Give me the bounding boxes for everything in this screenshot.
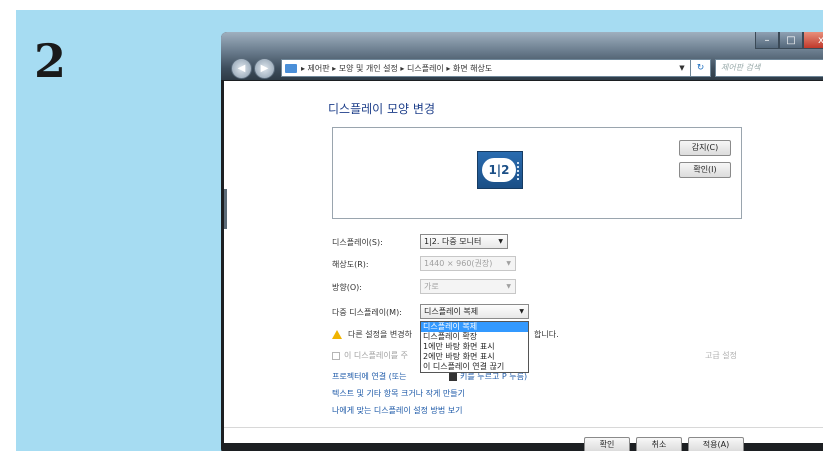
address-bar[interactable]: ▸ 제어판 ▸ 모양 및 개인 설정 ▸ 디스플레이 ▸ 화면 해상도 ▼ [281, 59, 691, 77]
projector-link[interactable]: 프로젝터에 연결 (또는 [332, 371, 406, 382]
breadcrumb: ▸ 제어판 ▸ 모양 및 개인 설정 ▸ 디스플레이 ▸ 화면 해상도 [301, 63, 493, 73]
monitor-icon[interactable]: 1|2 [477, 151, 523, 189]
window-edge [224, 189, 227, 229]
back-arrow-icon: ◀ [237, 62, 246, 74]
chevron-down-icon: ▼ [498, 238, 503, 245]
chevron-down-icon: ▼ [519, 308, 524, 315]
advanced-settings-link[interactable]: 고급 설정 [705, 350, 737, 361]
control-panel-icon [285, 63, 297, 73]
close-button[interactable]: x [803, 32, 823, 49]
content-area: 디스플레이 모양 변경 1|2 감지(C) 확인(I) 디스플레이(S): 1|… [224, 81, 823, 451]
resolution-select[interactable]: 1440 × 960(권장) ▼ [420, 256, 516, 271]
orientation-select[interactable]: 가로 ▼ [420, 279, 516, 294]
forward-button[interactable]: ▶ [254, 57, 275, 79]
footer-divider [224, 427, 823, 428]
step-number: 2 [34, 34, 67, 88]
monitor-label: 1|2 [482, 158, 516, 182]
screen-resolution-window: – □ x ◀ ▶ ▸ 제어판 ▸ 모양 및 개인 설정 ▸ 디스플레이 ▸ 화… [221, 32, 823, 451]
dropdown-option[interactable]: 디스플레이 복제 [421, 322, 528, 332]
main-display-checkbox-label: 이 디스플레이를 주 [344, 351, 408, 360]
ok-button[interactable]: 확인 [584, 437, 630, 451]
identify-button[interactable]: 확인(I) [679, 162, 731, 178]
monitor-dots [517, 162, 520, 180]
windows-key-icon [449, 372, 457, 381]
warning-text-tail: 합니다. [534, 330, 559, 339]
window-controls: – □ x [755, 32, 823, 49]
back-button[interactable]: ◀ [231, 57, 252, 79]
resolution-value: 1440 × 960(권장) [424, 259, 493, 268]
display-help-link[interactable]: 나에게 맞는 디스플레이 설정 방법 보기 [332, 405, 462, 416]
warning-message: 다른 설정을 변경하 [332, 329, 412, 340]
dropdown-option[interactable]: 2에만 바탕 화면 표시 [421, 352, 528, 362]
multi-display-label: 다중 디스플레이(M): [332, 308, 402, 317]
warning-text: 다른 설정을 변경하 [348, 330, 412, 339]
multi-display-value: 디스플레이 복제 [424, 307, 479, 316]
display-value: 1|2. 다중 모니터 [424, 237, 482, 246]
resolution-label: 해상도(R): [332, 260, 369, 269]
dropdown-option[interactable]: 이 디스플레이 연결 끊기 [421, 362, 528, 372]
main-display-checkbox-row[interactable]: 이 디스플레이를 주 [332, 350, 408, 361]
text-size-link[interactable]: 텍스트 및 기타 항목 크거나 작게 만들기 [332, 388, 465, 399]
warning-icon [332, 330, 342, 339]
background-panel: 2 – □ x ◀ ▶ ▸ 제어판 ▸ 모양 및 개인 설정 ▸ 디스플레이 ▸… [16, 10, 823, 451]
display-preview: 1|2 감지(C) 확인(I) [332, 127, 742, 219]
apply-button[interactable]: 적용(A) [688, 437, 744, 451]
chevron-down-icon[interactable]: ▼ [674, 64, 690, 72]
title-bar: – □ x ◀ ▶ ▸ 제어판 ▸ 모양 및 개인 설정 ▸ 디스플레이 ▸ 화… [221, 32, 823, 80]
refresh-icon: ↻ [696, 63, 705, 73]
search-input[interactable]: 제어판 검색 ⌕ [715, 59, 823, 77]
detect-button[interactable]: 감지(C) [679, 140, 731, 156]
multi-display-select[interactable]: 디스플레이 복제 ▼ [420, 304, 529, 319]
page-title: 디스플레이 모양 변경 [328, 102, 435, 116]
orientation-label: 방향(O): [332, 283, 362, 292]
search-placeholder: 제어판 검색 [721, 63, 761, 72]
minimize-button[interactable]: – [755, 32, 779, 49]
main-display-checkbox[interactable] [332, 351, 340, 360]
chevron-down-icon: ▼ [506, 260, 511, 267]
refresh-button[interactable]: ↻ [691, 59, 711, 77]
chevron-down-icon: ▼ [506, 283, 511, 290]
orientation-value: 가로 [424, 282, 439, 291]
dropdown-option[interactable]: 1에만 바탕 화면 표시 [421, 342, 528, 352]
forward-arrow-icon: ▶ [260, 62, 269, 74]
dropdown-option[interactable]: 디스플레이 확장 [421, 332, 528, 342]
display-select[interactable]: 1|2. 다중 모니터 ▼ [420, 234, 508, 249]
cancel-button[interactable]: 취소 [636, 437, 682, 451]
display-label: 디스플레이(S): [332, 238, 383, 247]
multi-display-dropdown-list: 디스플레이 복제 디스플레이 확장 1에만 바탕 화면 표시 2에만 바탕 화면… [420, 321, 529, 373]
navigation-bar: ◀ ▶ ▸ 제어판 ▸ 모양 및 개인 설정 ▸ 디스플레이 ▸ 화면 해상도 … [231, 57, 823, 79]
maximize-button[interactable]: □ [779, 32, 803, 49]
